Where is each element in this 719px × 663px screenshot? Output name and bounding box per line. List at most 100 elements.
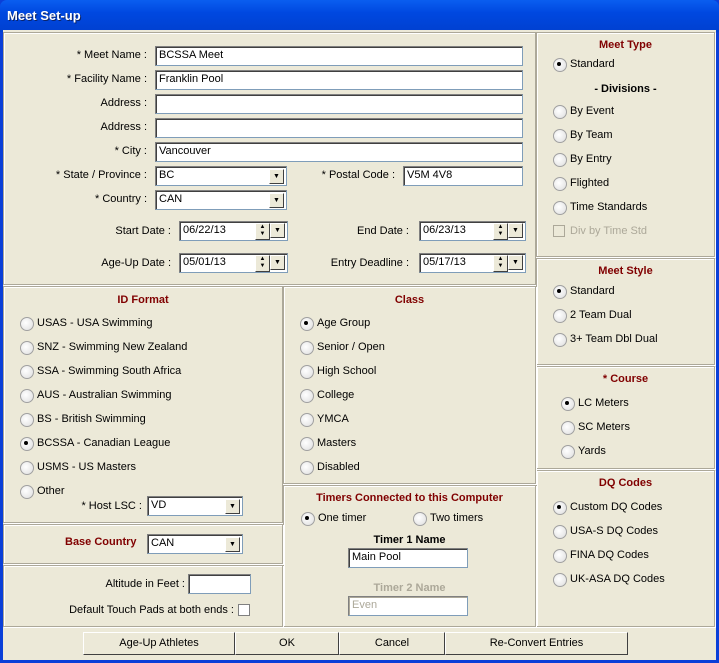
- one-timer-radio[interactable]: One timer: [301, 512, 366, 526]
- course-radio-sc-meters[interactable]: SC Meters: [561, 421, 630, 435]
- dq-codes-radio-uk-asa-dq-codes[interactable]: UK-ASA DQ Codes: [553, 573, 665, 587]
- timer1-label: Timer 1 Name: [373, 534, 446, 546]
- id-format-radio-other[interactable]: Other: [20, 485, 65, 499]
- ageup-date-value: 05/01/13: [183, 256, 226, 268]
- id-format-radio-ssa-swimming-south-africa[interactable]: SSA - Swimming South Africa: [20, 365, 181, 379]
- div-by-time-std-label: Div by Time Std: [570, 225, 648, 237]
- chevron-down-icon[interactable]: ▼: [269, 193, 284, 208]
- meet-style-panel: Meet Style Standard 2 Team Dual 3+ Team Dbl…: [536, 258, 715, 365]
- class-radio-senior-open[interactable]: Senior / Open: [300, 341, 385, 355]
- meet-type-radio-flighted[interactable]: Flighted: [553, 177, 609, 191]
- city-label: * City :: [114, 145, 147, 157]
- class-radio-disabled[interactable]: Disabled: [300, 461, 360, 475]
- spinner-icon[interactable]: ▲ ▼: [255, 255, 270, 272]
- dq-codes-title: DQ Codes: [598, 477, 653, 489]
- id-format-radio-bs-british-swimming[interactable]: BS - British Swimming: [20, 413, 146, 427]
- country-select[interactable]: CAN ▼: [155, 190, 287, 210]
- touch-pads-checkbox[interactable]: [238, 604, 250, 616]
- address1-label: Address :: [100, 97, 147, 109]
- postal-input[interactable]: V5M 4V8: [403, 166, 523, 186]
- touch-pads-label: Default Touch Pads at both ends :: [69, 604, 234, 616]
- id-format-radio-snz-swimming-new-zealand[interactable]: SNZ - Swimming New Zealand: [20, 341, 187, 355]
- address1-input[interactable]: [155, 94, 523, 114]
- meet-type-radio-time-standards[interactable]: Time Standards: [553, 201, 647, 215]
- entry-deadline-picker[interactable]: 05/17/13 ▲ ▼ ▼: [419, 253, 526, 273]
- class-radio-ymca[interactable]: YMCA: [300, 413, 349, 427]
- meet-name-input[interactable]: BCSSA Meet: [155, 46, 523, 66]
- dq-codes-panel: DQ Codes Custom DQ Codes USA-S DQ Codes FIN…: [536, 470, 715, 627]
- base-country-select[interactable]: CAN ▼: [147, 534, 243, 554]
- title-bar: Meet Set-up: [0, 0, 719, 32]
- class-panel: Class Age Group Senior / Open High School Co…: [283, 286, 536, 484]
- class-radio-age-group[interactable]: Age Group: [300, 317, 370, 331]
- timer1-input[interactable]: Main Pool: [348, 548, 468, 568]
- chevron-down-icon[interactable]: ▼: [225, 537, 240, 552]
- end-date-value: 06/23/13: [423, 224, 466, 236]
- timer2-input[interactable]: Even: [348, 596, 468, 616]
- class-radio-college[interactable]: College: [300, 389, 354, 403]
- meet-style-radio-2-team-dual[interactable]: 2 Team Dual: [553, 309, 632, 323]
- course-radio-yards[interactable]: Yards: [561, 445, 606, 459]
- end-date-picker[interactable]: 06/23/13 ▲ ▼ ▼: [419, 221, 526, 241]
- start-date-picker[interactable]: 06/22/13 ▲ ▼ ▼: [179, 221, 288, 241]
- class-radio-high-school[interactable]: High School: [300, 365, 376, 379]
- end-date-label: End Date :: [357, 225, 409, 237]
- dq-codes-radio-fina-dq-codes[interactable]: FINA DQ Codes: [553, 549, 649, 563]
- dq-codes-radio-custom-dq-codes[interactable]: Custom DQ Codes: [553, 501, 662, 515]
- facility-input[interactable]: Franklin Pool: [155, 70, 523, 90]
- spinner-icon[interactable]: ▲ ▼: [493, 223, 508, 240]
- cancel-button[interactable]: Cancel: [339, 632, 445, 655]
- postal-label: * Postal Code :: [321, 169, 395, 181]
- id-format-title: ID Format: [117, 294, 169, 306]
- entry-deadline-value: 05/17/13: [423, 256, 466, 268]
- meet-style-radio-standard[interactable]: Standard: [553, 285, 615, 299]
- host-lsc-select[interactable]: VD ▼: [147, 496, 243, 516]
- address2-input[interactable]: [155, 118, 523, 138]
- course-radio-lc-meters[interactable]: LC Meters: [561, 397, 629, 411]
- class-radio-masters[interactable]: Masters: [300, 437, 356, 451]
- reconvert-entries-button[interactable]: Re-Convert Entries: [445, 632, 628, 655]
- id-format-radio-usms-us-masters[interactable]: USMS - US Masters: [20, 461, 136, 475]
- meet-type-radio-by-event[interactable]: By Event: [553, 105, 614, 119]
- base-country-panel: Base Country CAN ▼: [3, 524, 283, 564]
- div-by-time-std-checkbox[interactable]: [553, 225, 565, 237]
- meet-type-radio-by-team[interactable]: By Team: [553, 129, 613, 143]
- chevron-down-icon[interactable]: ▼: [508, 255, 523, 270]
- general-panel: * Meet Name : BCSSA Meet * Facility Name…: [3, 32, 536, 285]
- host-lsc-value: VD: [151, 499, 167, 511]
- spinner-icon[interactable]: ▲ ▼: [493, 255, 508, 272]
- meet-type-radio-by-entry[interactable]: By Entry: [553, 153, 612, 167]
- ageup-date-picker[interactable]: 05/01/13 ▲ ▼ ▼: [179, 253, 288, 273]
- id-format-radio-usas-usa-swimming[interactable]: USAS - USA Swimming: [20, 317, 153, 331]
- age-up-athletes-button[interactable]: Age-Up Athletes: [83, 632, 235, 655]
- window-title: Meet Set-up: [7, 8, 81, 23]
- chevron-down-icon[interactable]: ▼: [508, 223, 523, 238]
- address2-label: Address :: [100, 121, 147, 133]
- meet-name-label: * Meet Name :: [76, 49, 147, 61]
- ok-button[interactable]: OK: [235, 632, 339, 655]
- chevron-down-icon[interactable]: ▼: [270, 255, 285, 270]
- facility-label: * Facility Name :: [66, 73, 147, 85]
- dq-codes-radio-usa-s-dq-codes[interactable]: USA-S DQ Codes: [553, 525, 658, 539]
- class-title: Class: [394, 294, 425, 306]
- chevron-down-icon[interactable]: ▼: [225, 499, 240, 514]
- id-format-radio-aus-australian-swimming[interactable]: AUS - Australian Swimming: [20, 389, 172, 403]
- timers-title: Timers Connected to this Computer: [316, 492, 503, 504]
- host-lsc-label: * Host LSC :: [81, 500, 142, 512]
- spinner-icon[interactable]: ▲ ▼: [255, 223, 270, 240]
- state-value: BC: [159, 169, 175, 181]
- meet-style-radio-3-team-dbl-dual[interactable]: 3+ Team Dbl Dual: [553, 333, 658, 347]
- altitude-input[interactable]: [188, 574, 251, 594]
- course-panel: * Course LC Meters SC Meters Yards: [536, 366, 715, 469]
- meet-type-standard-radio[interactable]: Standard: [553, 58, 615, 72]
- id-format-radio-bcssa-canadian-league[interactable]: BCSSA - Canadian League: [20, 437, 170, 451]
- two-timers-radio[interactable]: Two timers: [413, 512, 483, 526]
- meet-style-title: Meet Style: [598, 265, 653, 277]
- city-input[interactable]: Vancouver: [155, 142, 523, 162]
- base-country-value: CAN: [151, 537, 175, 549]
- state-select[interactable]: BC ▼: [155, 166, 287, 186]
- chevron-down-icon[interactable]: ▼: [269, 169, 284, 184]
- country-value: CAN: [159, 193, 183, 205]
- dialog-body: * Meet Name : BCSSA Meet * Facility Name…: [3, 30, 716, 660]
- chevron-down-icon[interactable]: ▼: [270, 223, 285, 238]
